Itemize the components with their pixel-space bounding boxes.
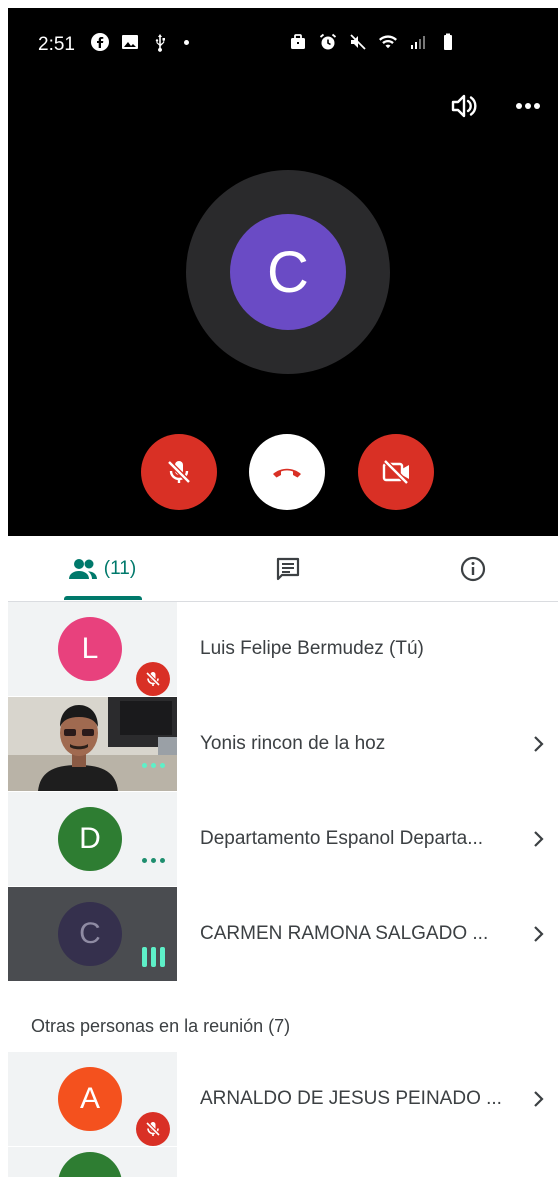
tab-bar: (11) [8,536,558,602]
participant-row[interactable]: A ARNALDO DE JESUS PEINADO ... [8,1052,558,1146]
participant-tile: D [8,792,177,886]
participant-name: ARNALDO DE JESUS PEINADO ... [200,1088,502,1109]
avatar: D [58,807,122,871]
others-section-label: Otras personas en la reunión (7) [31,1016,291,1036]
microphone-off-icon [145,671,161,687]
signal-icon [411,36,425,49]
camera-off-button[interactable] [358,434,434,510]
avatar: C [58,902,122,966]
notification-dot-icon [184,39,189,45]
participant-tile [8,1147,177,1177]
alarm-icon [319,33,337,50]
chevron-right-icon [534,831,544,847]
more-dots-icon [142,763,165,768]
chevron-right-icon [534,1091,544,1107]
muted-badge [136,662,170,696]
info-icon [460,556,486,582]
mute-volume-icon [350,34,366,50]
wifi-icon [379,35,397,49]
battery-icon [444,33,452,50]
participant-name: CARMEN RAMONA SALGADO ... [200,923,489,944]
people-icon [68,559,97,579]
gallery-icon [122,35,138,49]
camera-off-icon [382,459,409,485]
status-time: 2:51 [38,34,75,55]
participant-row[interactable]: Yonis rincon de la hoz [8,697,558,791]
active-tab-indicator [64,596,142,600]
muted-badge [136,1112,170,1146]
participant-tile: A [8,1052,177,1146]
hang-up-icon [273,468,301,478]
participant-name: Luis Felipe Bermudez (Tú) [200,638,424,659]
usb-icon [155,34,165,52]
avatar: A [58,1067,122,1131]
microphone-off-icon [167,460,191,484]
video-frame [8,697,177,791]
tab-chat[interactable] [263,536,313,602]
status-bar: 2:51 [8,8,558,68]
participant-row[interactable]: C CARMEN RAMONA SALGADO ... [8,887,558,981]
participant-name: Yonis rincon de la hoz [200,733,386,754]
people-count: (11) [103,558,137,579]
mute-microphone-button[interactable] [141,434,217,510]
call-area: 2:51 C [8,8,558,536]
microphone-off-icon [145,1121,161,1137]
participant-row [8,1147,558,1177]
participant-row: L Luis Felipe Bermudez (Tú) [8,602,558,696]
more-dots-icon [142,858,165,863]
participant-tile: L [8,602,177,696]
end-call-button[interactable] [249,434,325,510]
facebook-icon [91,33,109,51]
participant-name: Departamento Espanol Departa... [200,828,484,849]
main-avatar: C [230,214,346,330]
tab-people[interactable]: (11) [52,536,152,602]
chevron-right-icon [534,926,544,942]
more-options-icon[interactable] [512,90,544,122]
participant-video [8,697,177,791]
participant-tile [8,697,177,791]
chat-icon [276,557,300,581]
speaker-icon[interactable] [448,90,480,122]
participant-row[interactable]: D Departamento Espanol Departa... [8,792,558,886]
work-profile-icon [291,34,305,49]
avatar: L [58,617,122,681]
chevron-right-icon [534,736,544,752]
avatar [58,1152,122,1177]
tab-info[interactable] [448,536,498,602]
speaking-indicator-icon [142,947,165,967]
participant-tile: C [8,887,177,981]
